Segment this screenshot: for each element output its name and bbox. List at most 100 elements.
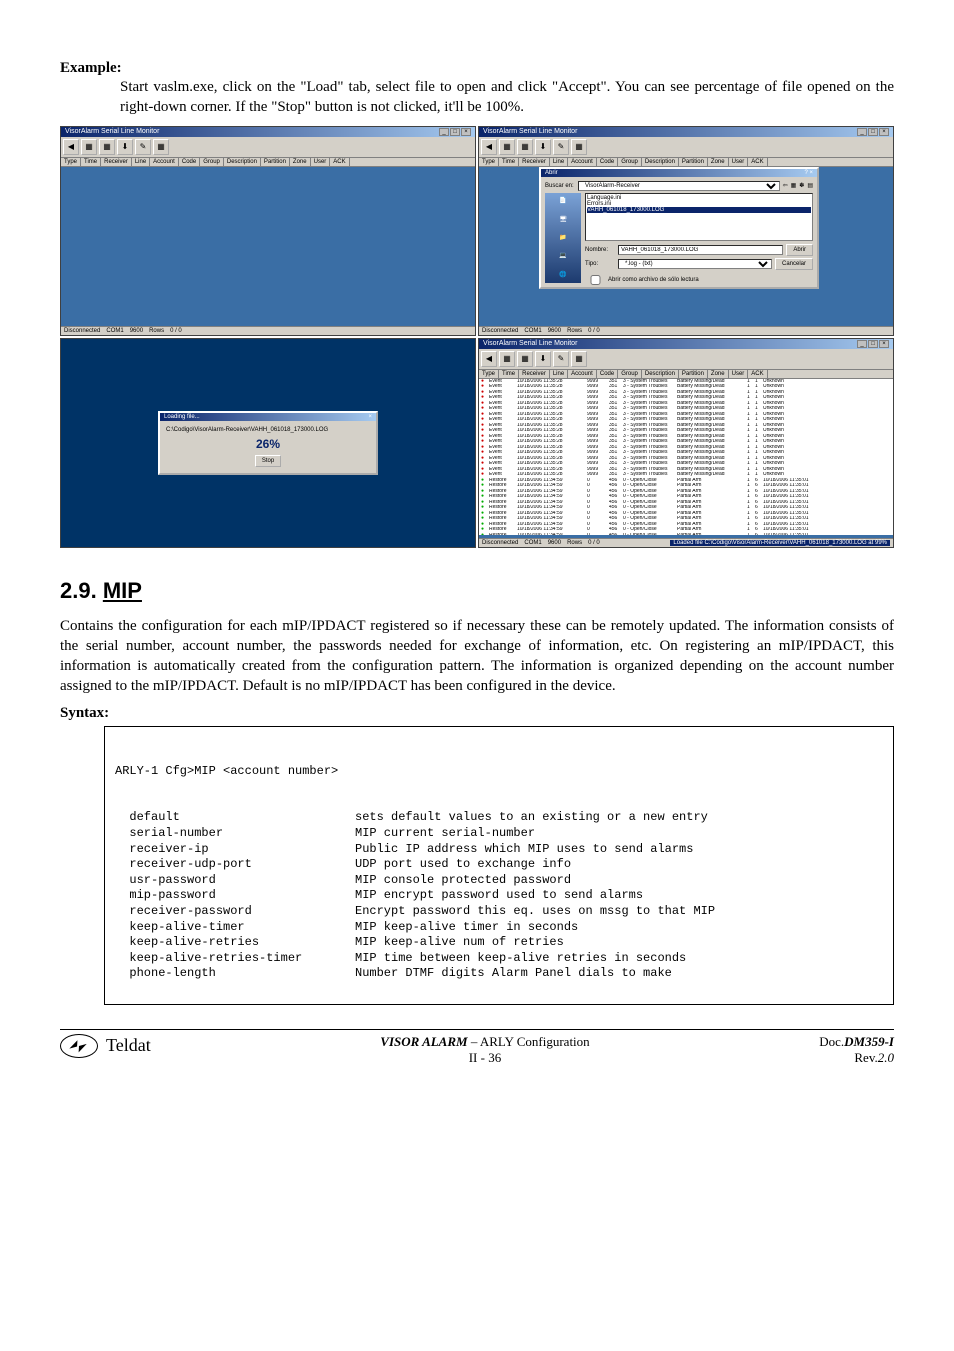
titlebar: VisorAlarm Serial Line Monitor _ □ × xyxy=(479,339,893,349)
col-ack[interactable]: ACK xyxy=(748,158,767,166)
my-pc-icon[interactable]: 💻 xyxy=(554,250,572,262)
toolbar-btn-3[interactable]: ▦ xyxy=(517,139,533,155)
col-description[interactable]: Description xyxy=(642,370,679,378)
download-icon[interactable]: ⬇ xyxy=(535,351,551,367)
col-receiver[interactable]: Receiver xyxy=(519,370,550,378)
readonly-checkbox[interactable] xyxy=(589,275,602,285)
col-time[interactable]: Time xyxy=(81,158,101,166)
col-group[interactable]: Group xyxy=(618,370,642,378)
col-user[interactable]: User xyxy=(311,158,331,166)
col-line[interactable]: Line xyxy=(132,158,150,166)
col-description[interactable]: Description xyxy=(224,158,261,166)
dialog-close-icon[interactable]: × xyxy=(368,414,372,420)
toolbar-btn-2[interactable]: ▦ xyxy=(81,139,97,155)
col-code[interactable]: Code xyxy=(597,158,618,166)
app-title: VisorAlarm Serial Line Monitor xyxy=(65,128,159,136)
documents-icon[interactable]: 📁 xyxy=(554,231,572,243)
col-partition[interactable]: Partition xyxy=(679,158,708,166)
stop-button[interactable]: Stop xyxy=(255,455,281,467)
col-line[interactable]: Line xyxy=(550,158,568,166)
history-icon[interactable]: 📄 xyxy=(554,195,572,207)
col-ack[interactable]: ACK xyxy=(330,158,349,166)
col-user[interactable]: User xyxy=(729,158,749,166)
col-type[interactable]: Type xyxy=(479,158,499,166)
close-icon[interactable]: × xyxy=(879,340,889,348)
download-icon[interactable]: ⬇ xyxy=(535,139,551,155)
back-icon[interactable]: ◀ xyxy=(63,139,79,155)
toolbar-btn-6[interactable]: ▦ xyxy=(153,139,169,155)
col-partition[interactable]: Partition xyxy=(261,158,290,166)
filetype-select[interactable]: *.log - (txt) xyxy=(618,259,772,269)
col-zone[interactable]: Zone xyxy=(708,158,729,166)
event-row[interactable]: Restore10/18/2006 11:34:5904560 - Open/C… xyxy=(479,533,893,535)
maximize-icon[interactable]: □ xyxy=(868,128,878,136)
nav-view-icon[interactable]: ▤ xyxy=(807,182,813,189)
col-account[interactable]: Account xyxy=(568,370,597,378)
file-list[interactable]: Language.ini Errors.ini VAHH_061018_1730… xyxy=(585,193,813,241)
col-account[interactable]: Account xyxy=(150,158,179,166)
col-time[interactable]: Time xyxy=(499,370,519,378)
maximize-icon[interactable]: □ xyxy=(868,340,878,348)
app-window-empty: VisorAlarm Serial Line Monitor _ □ × ◀ ▦… xyxy=(60,126,476,336)
maximize-icon[interactable]: □ xyxy=(450,128,460,136)
window-controls: _ □ × xyxy=(857,340,889,348)
col-zone[interactable]: Zone xyxy=(708,370,729,378)
col-receiver[interactable]: Receiver xyxy=(101,158,132,166)
close-icon[interactable]: × xyxy=(879,128,889,136)
col-description[interactable]: Description xyxy=(642,158,679,166)
col-code[interactable]: Code xyxy=(179,158,200,166)
dialog-close-icon[interactable]: ? × xyxy=(804,170,813,176)
file-item-selected[interactable]: VAHH_061018_173000.LOG xyxy=(587,207,811,213)
col-type[interactable]: Type xyxy=(479,370,499,378)
cancel-button[interactable]: Cancelar xyxy=(775,258,813,270)
col-line[interactable]: Line xyxy=(550,370,568,378)
minimize-icon[interactable]: _ xyxy=(857,128,867,136)
minimize-icon[interactable]: _ xyxy=(857,340,867,348)
back-icon[interactable]: ◀ xyxy=(481,351,497,367)
close-icon[interactable]: × xyxy=(461,128,471,136)
syntax-row: keep-alive-timerMIP keep-alive timer in … xyxy=(115,920,883,936)
col-account[interactable]: Account xyxy=(568,158,597,166)
titlebar: VisorAlarm Serial Line Monitor _ □ × xyxy=(479,127,893,137)
toolbar-btn-3[interactable]: ▦ xyxy=(99,139,115,155)
col-time[interactable]: Time xyxy=(499,158,519,166)
syntax-label: Syntax: xyxy=(60,705,894,722)
filename-input[interactable] xyxy=(618,245,783,255)
col-zone[interactable]: Zone xyxy=(290,158,311,166)
section-number: 2.9. xyxy=(60,578,97,603)
col-code[interactable]: Code xyxy=(597,370,618,378)
nav-back-icon[interactable]: ⇦ xyxy=(783,182,788,189)
col-ack[interactable]: ACK xyxy=(748,370,767,378)
column-headers: Type Time Receiver Line Account Code Gro… xyxy=(61,158,475,167)
syntax-row: usr-passwordMIP console protected passwo… xyxy=(115,873,883,889)
nav-up-icon[interactable]: ▦ xyxy=(791,182,797,189)
col-group[interactable]: Group xyxy=(618,158,642,166)
open-button[interactable]: Abrir xyxy=(786,244,813,256)
network-icon[interactable]: 🌐 xyxy=(554,268,572,280)
toolbar-btn-6[interactable]: ▦ xyxy=(571,139,587,155)
toolbar-btn-3[interactable]: ▦ xyxy=(517,351,533,367)
col-receiver[interactable]: Receiver xyxy=(519,158,550,166)
loading-title: Loading file... xyxy=(164,414,200,420)
toolbar-btn-2[interactable]: ▦ xyxy=(499,351,515,367)
col-user[interactable]: User xyxy=(729,370,749,378)
col-group[interactable]: Group xyxy=(200,158,224,166)
edit-icon[interactable]: ✎ xyxy=(135,139,151,155)
footer-doc-title: VISOR ALARM xyxy=(380,1034,467,1049)
app-window-events: VisorAlarm Serial Line Monitor _ □ × ◀ ▦… xyxy=(478,338,894,548)
edit-icon[interactable]: ✎ xyxy=(553,351,569,367)
download-icon[interactable]: ⬇ xyxy=(117,139,133,155)
status-port: COM1 xyxy=(524,328,541,334)
col-type[interactable]: Type xyxy=(61,158,81,166)
toolbar-btn-6[interactable]: ▦ xyxy=(571,351,587,367)
toolbar-btn-2[interactable]: ▦ xyxy=(499,139,515,155)
back-icon[interactable]: ◀ xyxy=(481,139,497,155)
col-partition[interactable]: Partition xyxy=(679,370,708,378)
desktop-icon[interactable]: 🖥 xyxy=(554,213,572,225)
syntax-row: keep-alive-retries-timerMIP time between… xyxy=(115,951,883,967)
nav-new-icon[interactable]: ✽ xyxy=(799,182,804,189)
edit-icon[interactable]: ✎ xyxy=(553,139,569,155)
minimize-icon[interactable]: _ xyxy=(439,128,449,136)
lookin-select[interactable]: VisorAlarm-Receiver xyxy=(578,181,780,191)
event-list[interactable]: Event10/18/2006 11:35:2899993513 - Syste… xyxy=(479,379,893,535)
